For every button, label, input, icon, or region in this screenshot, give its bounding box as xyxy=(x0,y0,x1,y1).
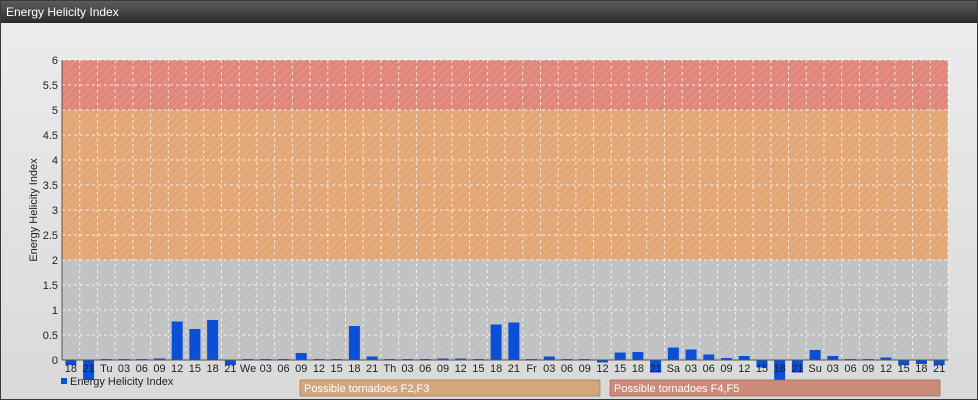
x-tick-label: 12 xyxy=(171,363,183,375)
x-tick-label: 09 xyxy=(295,363,307,375)
y-tick-label: 5 xyxy=(52,105,58,117)
chart-canvas: 0 0.5 1 1.5 2 2.5 3 3.5 4 4.5 5 5.5 6 18 21 Tu 03 06 09 12 1… xyxy=(28,55,949,397)
x-tick-label: Sa xyxy=(667,363,681,375)
bar[interactable] xyxy=(685,349,697,361)
legend-label: Energy Helicity Index xyxy=(70,376,174,388)
x-tick-label: 03 xyxy=(827,363,839,375)
x-tick-label: 18 xyxy=(490,363,502,375)
x-tick-label: 21 xyxy=(791,363,803,375)
x-tick-label: 03 xyxy=(260,363,272,375)
bar[interactable] xyxy=(614,352,626,361)
bar[interactable] xyxy=(543,356,555,361)
legend-swatch xyxy=(61,378,67,384)
x-tick-label: 09 xyxy=(579,363,591,375)
x-tick-label: 03 xyxy=(401,363,413,375)
x-tick-label: 03 xyxy=(543,363,555,375)
x-tick-label: Th xyxy=(383,363,396,375)
bar[interactable] xyxy=(827,356,839,360)
y-tick-label: 3.5 xyxy=(43,180,58,192)
bar[interactable] xyxy=(809,350,821,360)
y-tick-label: 0.5 xyxy=(43,330,58,342)
x-tick-label: 15 xyxy=(898,363,910,375)
x-tick-label: 21 xyxy=(366,363,378,375)
x-tick-label: 06 xyxy=(277,363,289,375)
y-tick-label: 1.5 xyxy=(43,280,58,292)
y-tick-label: 1 xyxy=(52,305,58,317)
x-tick-label: 03 xyxy=(685,363,697,375)
x-tick-label: 03 xyxy=(118,363,130,375)
y-tick-label: 2 xyxy=(52,255,58,267)
x-tick-label: Tu xyxy=(100,363,112,375)
bar[interactable] xyxy=(207,320,219,360)
annotation-f2f3: Possible tornadoes F2,F3 xyxy=(299,379,601,397)
bar[interactable] xyxy=(632,352,644,360)
x-tick-label: 18 xyxy=(632,363,644,375)
x-tick-label: 21 xyxy=(508,363,520,375)
x-tick-label: 21 xyxy=(933,363,945,375)
bar[interactable] xyxy=(490,324,502,361)
bar[interactable] xyxy=(738,356,750,360)
bar[interactable] xyxy=(348,326,360,360)
annotation-f4f5: Possible tornadoes F4,F5 xyxy=(609,379,941,397)
annotation-f4f5-label: Possible tornadoes F4,F5 xyxy=(614,383,739,395)
x-tick-label: 18 xyxy=(206,363,218,375)
x-tick-label: 12 xyxy=(455,363,467,375)
bar[interactable] xyxy=(667,347,679,361)
bar[interactable] xyxy=(171,321,183,361)
x-tick-label: 06 xyxy=(703,363,715,375)
x-tick-label: 06 xyxy=(561,363,573,375)
x-tick-label: 15 xyxy=(614,363,626,375)
x-tick-label: 18 xyxy=(65,363,77,375)
x-tick-label: 12 xyxy=(596,363,608,375)
x-tick-label: 21 xyxy=(224,363,236,375)
bar[interactable] xyxy=(508,322,520,361)
x-tick-label: 18 xyxy=(348,363,360,375)
x-tick-label: 12 xyxy=(880,363,892,375)
bar[interactable] xyxy=(189,329,201,360)
x-tick-label: 06 xyxy=(844,363,856,375)
x-tick-label: 15 xyxy=(472,363,484,375)
y-tick-label: 4.5 xyxy=(43,130,58,142)
y-tick-label: 4 xyxy=(52,155,58,167)
bar[interactable] xyxy=(703,354,715,361)
x-tick-label: Su xyxy=(808,363,821,375)
x-tick-label: 18 xyxy=(915,363,927,375)
y-tick-label: 3 xyxy=(52,205,58,217)
y-tick-label: 6 xyxy=(52,55,58,67)
legend: Energy Helicity Index xyxy=(61,376,174,388)
y-tick-label: 2.5 xyxy=(43,230,58,242)
x-tick-label: 12 xyxy=(738,363,750,375)
x-tick-label: 15 xyxy=(189,363,201,375)
x-tick-label: 09 xyxy=(153,363,165,375)
x-tick-label: Fr xyxy=(526,363,537,375)
x-tick-label: 15 xyxy=(331,363,343,375)
x-tick-label: 21 xyxy=(82,363,94,375)
x-tick-label: 15 xyxy=(756,363,768,375)
x-tick-label: 06 xyxy=(419,363,431,375)
y-tick-label: 5.5 xyxy=(43,80,58,92)
x-tick-label: 21 xyxy=(649,363,661,375)
annotation-f2f3-label: Possible tornadoes F2,F3 xyxy=(304,383,429,395)
x-tick-label: 18 xyxy=(774,363,786,375)
y-tick-label: 0 xyxy=(52,355,58,367)
x-tick-label: 09 xyxy=(862,363,874,375)
x-tick-label: 09 xyxy=(720,363,732,375)
x-tick-label: 06 xyxy=(136,363,148,375)
y-axis-label: Energy Helicity Index xyxy=(28,158,40,262)
bar[interactable] xyxy=(295,353,307,360)
bar[interactable] xyxy=(366,356,378,361)
x-tick-label: We xyxy=(240,363,256,375)
x-tick-label: 09 xyxy=(437,363,449,375)
x-tick-label: 12 xyxy=(313,363,325,375)
